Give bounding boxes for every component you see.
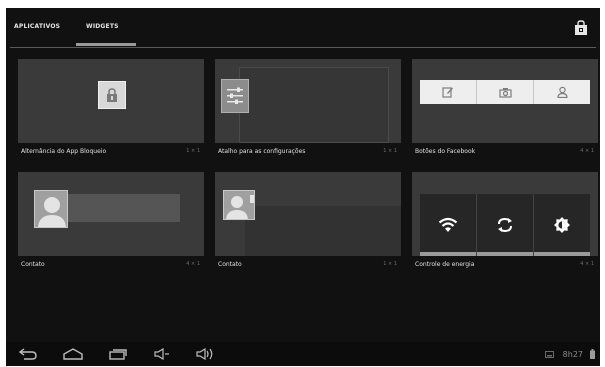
widget-size: 4 × 1 [580, 261, 594, 267]
navigation-bar: 8h27 [6, 342, 600, 366]
screenshot-status [544, 345, 554, 363]
widget-label: Controle de energia [415, 261, 475, 268]
volume-up-icon [196, 348, 213, 360]
contact-avatar-icon [38, 197, 66, 227]
widget-label: Botões do Facebook [415, 148, 476, 155]
widget-label: Alternância do App Bloqueio [21, 148, 107, 155]
widget-card-facebook-buttons[interactable]: Botões do Facebook 4 × 1 [412, 59, 598, 159]
status-clock: 8h27 [562, 350, 583, 359]
widget-label: Contato [21, 261, 45, 268]
widget-size: 4 × 1 [186, 261, 200, 267]
person-icon [556, 86, 568, 98]
lock-icon [107, 88, 117, 102]
home-button[interactable] [60, 345, 86, 363]
tab-bar: APLICATIVOS WIDGETS [6, 8, 600, 48]
shop-bag-icon [575, 19, 587, 35]
tab-divider [10, 47, 596, 48]
volume-up-button[interactable] [194, 345, 218, 363]
widget-preview [412, 172, 598, 256]
tab-widgets[interactable]: WIDGETS [86, 23, 119, 30]
widget-size: 1 × 1 [383, 261, 397, 267]
recent-apps-icon [109, 349, 127, 360]
back-button[interactable] [16, 345, 40, 363]
tab-apps[interactable]: APLICATIVOS [14, 23, 60, 30]
brightness-icon [554, 217, 570, 233]
battery-icon [589, 349, 595, 359]
market-button[interactable] [570, 16, 592, 38]
widget-card-power-control[interactable]: Controle de energia 4 × 1 [412, 172, 598, 272]
back-icon [18, 348, 37, 360]
widget-preview [215, 172, 401, 256]
widget-card-contact-small[interactable]: Contato 1 × 1 [215, 172, 401, 272]
widget-card-app-lock[interactable]: Alternância do App Bloqueio 1 × 1 [18, 59, 204, 159]
widget-preview [412, 59, 598, 143]
android-screen: APLICATIVOS WIDGETS Alternância do App B… [6, 8, 600, 366]
volume-down-icon [154, 348, 169, 360]
screenshot-icon [544, 350, 554, 358]
settings-sliders-icon [227, 87, 243, 104]
recent-apps-button[interactable] [106, 345, 130, 363]
widget-preview [215, 59, 401, 143]
widget-label: Contato [218, 261, 242, 268]
widget-size: 4 × 1 [580, 148, 594, 154]
edit-icon [442, 87, 453, 98]
widget-preview [18, 172, 204, 256]
tab-selected-indicator [76, 43, 136, 46]
widget-card-contact-wide[interactable]: Contato 4 × 1 [18, 172, 204, 272]
camera-icon [498, 87, 512, 98]
battery-status [588, 345, 596, 363]
contact-avatar-icon [226, 195, 254, 219]
widget-size: 1 × 1 [383, 148, 397, 154]
widget-label: Atalho para as configurações [218, 148, 306, 155]
home-icon [63, 348, 83, 360]
widget-preview [18, 59, 204, 143]
wifi-icon [438, 217, 458, 232]
volume-down-button[interactable] [152, 345, 172, 363]
widget-card-settings-shortcut[interactable]: Atalho para as configurações 1 × 1 [215, 59, 401, 159]
sync-icon [498, 217, 512, 233]
widget-size: 1 × 1 [186, 148, 200, 154]
